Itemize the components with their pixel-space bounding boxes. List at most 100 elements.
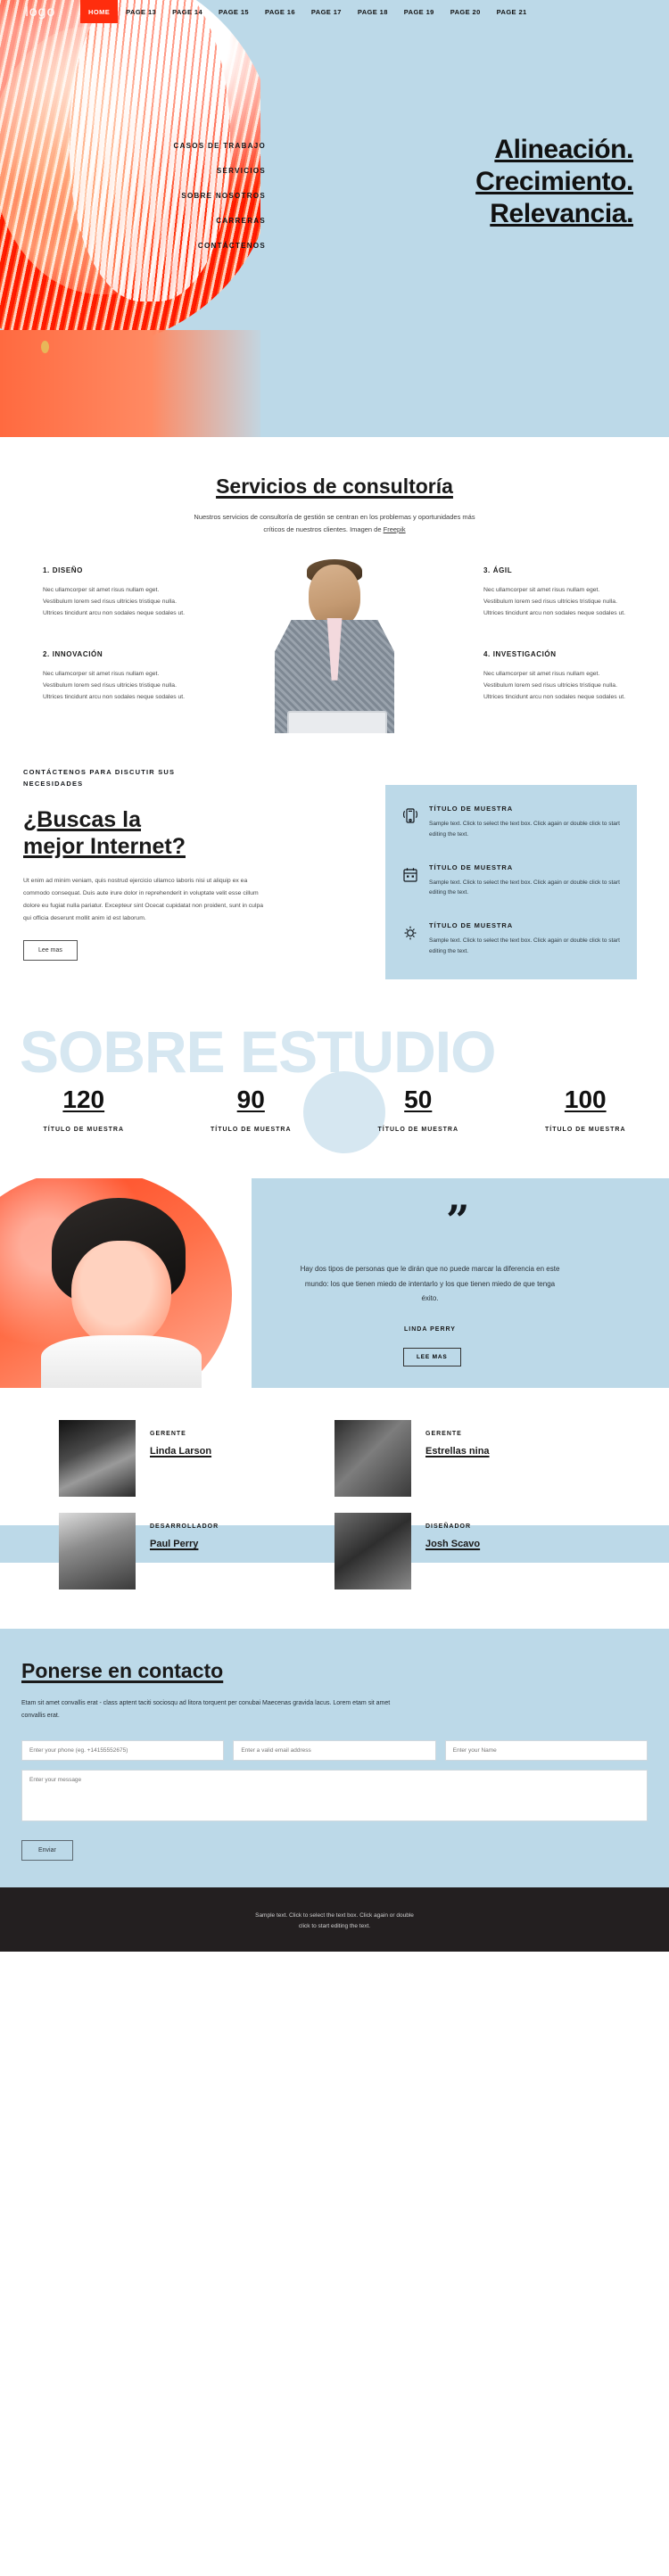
team-member-linda-larson[interactable]: GERENTE Linda Larson [59, 1420, 334, 1498]
consultant-head [309, 564, 360, 627]
service-heading: 4. INVESTIGACIÓN [483, 649, 557, 658]
nav-item-page-17[interactable]: PAGE 17 [303, 8, 350, 16]
mobile-signal-icon [401, 805, 419, 839]
hero-menu-item-casos-de-trabajo[interactable]: CASOS DE TRABAJO [174, 143, 266, 150]
feature-card-heading: TÍTULO DE MUESTRA [429, 921, 514, 929]
avatar [59, 1420, 136, 1498]
testimonial-shirt [41, 1335, 202, 1389]
team-member-info: GERENTE Estrellas nina [425, 1420, 490, 1457]
services-subtitle: Nuestros servicios de consultoría de ges… [187, 511, 482, 536]
nav-item-page-18[interactable]: PAGE 18 [350, 8, 396, 16]
freepik-link[interactable]: Freepik [384, 525, 406, 533]
nav-item-page-19[interactable]: PAGE 19 [396, 8, 442, 16]
contact-field-row [21, 1739, 648, 1761]
team-member-info: DESARROLLADOR Paul Perry [150, 1513, 219, 1549]
nav-item-page-15[interactable]: PAGE 15 [211, 8, 257, 16]
internet-left-column: CONTÁCTENOS PARA DISCUTIR SUS NECESIDADE… [0, 767, 268, 962]
calendar-icon [401, 863, 419, 898]
footer: Sample text. Click to select the text bo… [0, 1887, 669, 1953]
services-title: Servicios de consultoría [216, 475, 453, 498]
team-member-role: DESARROLLADOR [150, 1523, 219, 1531]
team-member-role: GERENTE [425, 1431, 462, 1438]
stats-section: SOBRE ESTUDIO 120 TÍTULO DE MUESTRA 90 T… [0, 1021, 669, 1179]
team-member-josh-scavo[interactable]: DISEÑADOR Josh Scavo [334, 1513, 610, 1590]
submit-button[interactable]: Enviar [21, 1839, 73, 1861]
footer-line-2: click to start editing the text. [298, 1923, 371, 1930]
team-member-role: GERENTE [150, 1431, 186, 1438]
stat-item-4: 100 TÍTULO DE MUESTRA [502, 1086, 669, 1135]
hero-menu-item-contactenos[interactable]: CONTÁCTENOS [174, 243, 266, 250]
message-field[interactable] [21, 1769, 648, 1821]
service-body: Nec ullamcorper sit amet risus nullam eg… [483, 670, 626, 701]
services-subtitle-text: Nuestros servicios de consultoría de ges… [194, 513, 475, 533]
feature-card-body: Sample text. Click to select the text bo… [429, 879, 620, 896]
services-grid: 1. DISEÑO Nec ullamcorper sit amet risus… [0, 558, 669, 818]
phone-field[interactable] [21, 1739, 225, 1761]
nav-item-page-13[interactable]: PAGE 13 [118, 8, 164, 16]
top-navigation: logo HOME PAGE 13 PAGE 14 PAGE 15 PAGE 1… [0, 0, 669, 23]
contact-title: Ponerse en contacto [21, 1659, 224, 1683]
team-member-estrellas-nina[interactable]: GERENTE Estrellas nina [334, 1420, 610, 1498]
services-column-left: 1. DISEÑO Nec ullamcorper sit amet risus… [43, 566, 186, 734]
stat-label: TÍTULO DE MUESTRA [43, 1127, 124, 1134]
service-heading: 2. INNOVACIÓN [43, 649, 103, 658]
testimonial-quote: Hay dos tipos de personas que le dirán q… [300, 1265, 560, 1303]
hero-headline-line-3: Relevancia. [490, 199, 633, 228]
testimonial-photo [0, 1178, 252, 1389]
hero-headline: Alineación. Crecimiento. Relevancia. [475, 134, 633, 230]
stat-label: TÍTULO DE MUESTRA [211, 1127, 292, 1134]
stat-number: 100 [564, 1086, 607, 1114]
stat-number: 50 [404, 1086, 433, 1114]
email-field[interactable] [233, 1739, 436, 1761]
service-item-innovacion: 2. INNOVACIÓN Nec ullamcorper sit amet r… [43, 650, 186, 704]
read-more-button[interactable]: Lee mas [23, 940, 78, 962]
team-member-name: Paul Perry [150, 1539, 199, 1550]
hero-portrait-face [0, 27, 196, 294]
stats-ghost-text: SOBRE ESTUDIO [20, 1021, 496, 1086]
earring-icon [41, 341, 49, 353]
nav-item-page-21[interactable]: PAGE 21 [489, 8, 535, 16]
hero-section: logo HOME PAGE 13 PAGE 14 PAGE 15 PAGE 1… [0, 0, 669, 437]
hero-menu-item-servicios[interactable]: SERVICIOS [174, 168, 266, 175]
stat-label: TÍTULO DE MUESTRA [377, 1127, 458, 1134]
testimonial-read-more-button[interactable]: LEE MAS [403, 1348, 461, 1367]
quote-mark-icon: ” [446, 1196, 470, 1245]
nav-item-page-20[interactable]: PAGE 20 [442, 8, 489, 16]
hero-headline-line-2: Crecimiento. [475, 167, 633, 196]
feature-card-heading: TÍTULO DE MUESTRA [429, 805, 514, 813]
service-item-diseno: 1. DISEÑO Nec ullamcorper sit amet risus… [43, 566, 186, 620]
feature-card-1[interactable]: TÍTULO DE MUESTRA Sample text. Click to … [401, 805, 621, 839]
stat-item-1: 120 TÍTULO DE MUESTRA [0, 1086, 168, 1135]
team-member-info: GERENTE Linda Larson [150, 1420, 211, 1457]
hero-menu-item-sobre-nosotros[interactable]: SOBRE NOSOTROS [174, 193, 266, 200]
feature-card-2[interactable]: TÍTULO DE MUESTRA Sample text. Click to … [401, 863, 621, 898]
logo[interactable]: logo [25, 4, 55, 20]
service-heading: 3. ÁGIL [483, 566, 513, 574]
testimonial-section: ” Hay dos tipos de personas que le dirán… [0, 1178, 669, 1389]
landing-page: logo HOME PAGE 13 PAGE 14 PAGE 15 PAGE 1… [0, 0, 669, 1953]
contact-section: Ponerse en contacto Etam sit amet conval… [0, 1629, 669, 1887]
nav-item-page-16[interactable]: PAGE 16 [257, 8, 303, 16]
stat-number: 90 [236, 1086, 265, 1114]
hero-portrait-lower-band [0, 330, 260, 437]
team-member-paul-perry[interactable]: DESARROLLADOR Paul Perry [59, 1513, 334, 1590]
team-member-role: DISEÑADOR [425, 1523, 472, 1531]
contact-paragraph: Etam sit amet convallis erat - class apt… [21, 1700, 391, 1720]
stat-number: 120 [62, 1086, 105, 1114]
service-body: Nec ullamcorper sit amet risus nullam eg… [483, 586, 626, 617]
service-heading: 1. DISEÑO [43, 566, 83, 574]
nav-item-page-14[interactable]: PAGE 14 [164, 8, 211, 16]
avatar [334, 1513, 411, 1590]
feature-cards-panel: TÍTULO DE MUESTRA Sample text. Click to … [385, 785, 637, 980]
feature-card-3[interactable]: TÍTULO DE MUESTRA Sample text. Click to … [401, 921, 621, 956]
nav-item-home[interactable]: HOME [80, 0, 119, 23]
hero-side-menu: CASOS DE TRABAJO SERVICIOS SOBRE NOSOTRO… [174, 143, 266, 268]
stats-row: 120 TÍTULO DE MUESTRA 90 TÍTULO DE MUEST… [0, 1086, 669, 1135]
service-item-investigacion: 4. INVESTIGACIÓN Nec ullamcorper sit ame… [483, 650, 626, 704]
feature-card-text: TÍTULO DE MUESTRA Sample text. Click to … [429, 921, 621, 956]
internet-section: CONTÁCTENOS PARA DISCUTIR SUS NECESIDADE… [0, 733, 669, 1022]
feature-card-text: TÍTULO DE MUESTRA Sample text. Click to … [429, 805, 621, 839]
hero-menu-item-carreras[interactable]: CARRERAS [174, 218, 266, 225]
name-field[interactable] [444, 1739, 648, 1761]
internet-heading: ¿Buscas la mejor Internet? [23, 806, 186, 860]
